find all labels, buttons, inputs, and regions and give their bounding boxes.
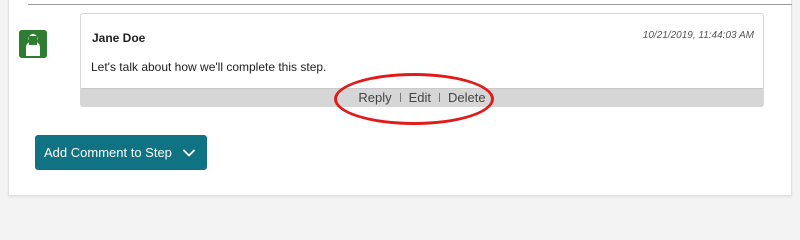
comment-text: Let's talk about how we'll complete this… [91,60,327,74]
comment-action-bar: Reply Edit Delete [81,88,763,106]
comments-panel: Jane Doe 10/21/2019, 11:44:03 AM Let's t… [8,0,792,196]
add-comment-button[interactable]: Add Comment to Step [35,135,207,170]
divider [28,4,792,5]
action-separator [399,93,401,102]
add-comment-label: Add Comment to Step [44,145,172,160]
comment-author: Jane Doe [92,31,146,45]
edit-button[interactable]: Edit [408,90,432,105]
chevron-down-icon [183,149,195,157]
user-avatar-icon [19,30,47,58]
comment-card: Jane Doe 10/21/2019, 11:44:03 AM Let's t… [80,13,764,107]
delete-button[interactable]: Delete [447,90,487,105]
comment-timestamp: 10/21/2019, 11:44:03 AM [642,30,754,41]
reply-button[interactable]: Reply [357,90,392,105]
action-separator [439,93,441,102]
